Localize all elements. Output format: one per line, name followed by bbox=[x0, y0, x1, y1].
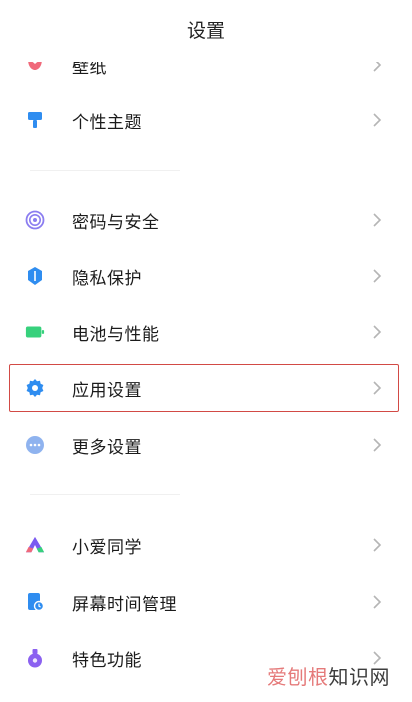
watermark-part-1: 爱刨根 bbox=[267, 665, 329, 689]
page-title: 设置 bbox=[186, 20, 225, 42]
settings-item-themes[interactable]: 个性主题 bbox=[0, 92, 412, 148]
chevron-right-icon bbox=[370, 435, 384, 455]
settings-item-privacy[interactable]: 隐私保护 bbox=[0, 248, 412, 304]
settings-item-label: 特色功能 bbox=[72, 650, 142, 671]
settings-item-password-security[interactable]: 密码与安全 bbox=[0, 192, 412, 248]
chevron-right-icon bbox=[370, 322, 384, 342]
chevron-right-icon bbox=[370, 535, 384, 555]
xiaoai-icon bbox=[25, 535, 45, 555]
settings-item-screen-time[interactable]: 屏幕时间管理 bbox=[0, 574, 412, 630]
chevron-right-icon bbox=[370, 266, 384, 286]
chevron-right-icon bbox=[370, 592, 384, 612]
flask-icon bbox=[25, 648, 45, 668]
settings-item-label: 应用设置 bbox=[72, 380, 142, 401]
fingerprint-icon bbox=[25, 210, 45, 230]
settings-item-xiaoai[interactable]: 小爱同学 bbox=[0, 517, 412, 573]
settings-item-label: 小爱同学 bbox=[72, 537, 142, 558]
chevron-right-icon bbox=[370, 210, 384, 230]
settings-item-label: 密码与安全 bbox=[72, 212, 160, 233]
more-dots-icon bbox=[25, 435, 45, 455]
settings-item-label: 个性主题 bbox=[72, 112, 142, 133]
screen-time-icon bbox=[25, 592, 45, 612]
settings-item-app-settings[interactable]: 应用设置 bbox=[0, 360, 412, 416]
section-divider bbox=[30, 170, 180, 171]
header-bar: 设置 bbox=[0, 0, 412, 62]
settings-item-more-settings[interactable]: 更多设置 bbox=[0, 417, 412, 473]
shield-icon bbox=[25, 266, 45, 286]
settings-item-label: 隐私保护 bbox=[72, 268, 142, 289]
chevron-right-icon bbox=[370, 378, 384, 398]
gear-icon bbox=[25, 378, 45, 398]
battery-icon bbox=[25, 322, 45, 342]
settings-item-label: 电池与性能 bbox=[72, 324, 160, 345]
section-divider bbox=[30, 494, 180, 495]
chevron-right-icon bbox=[370, 110, 384, 130]
settings-item-label: 更多设置 bbox=[72, 437, 142, 458]
paint-roller-icon bbox=[25, 110, 45, 130]
settings-item-label: 屏幕时间管理 bbox=[72, 594, 177, 615]
watermark: 爱刨根知识网 bbox=[267, 661, 390, 690]
watermark-part-2: 知识网 bbox=[328, 665, 390, 689]
settings-item-battery[interactable]: 电池与性能 bbox=[0, 304, 412, 360]
